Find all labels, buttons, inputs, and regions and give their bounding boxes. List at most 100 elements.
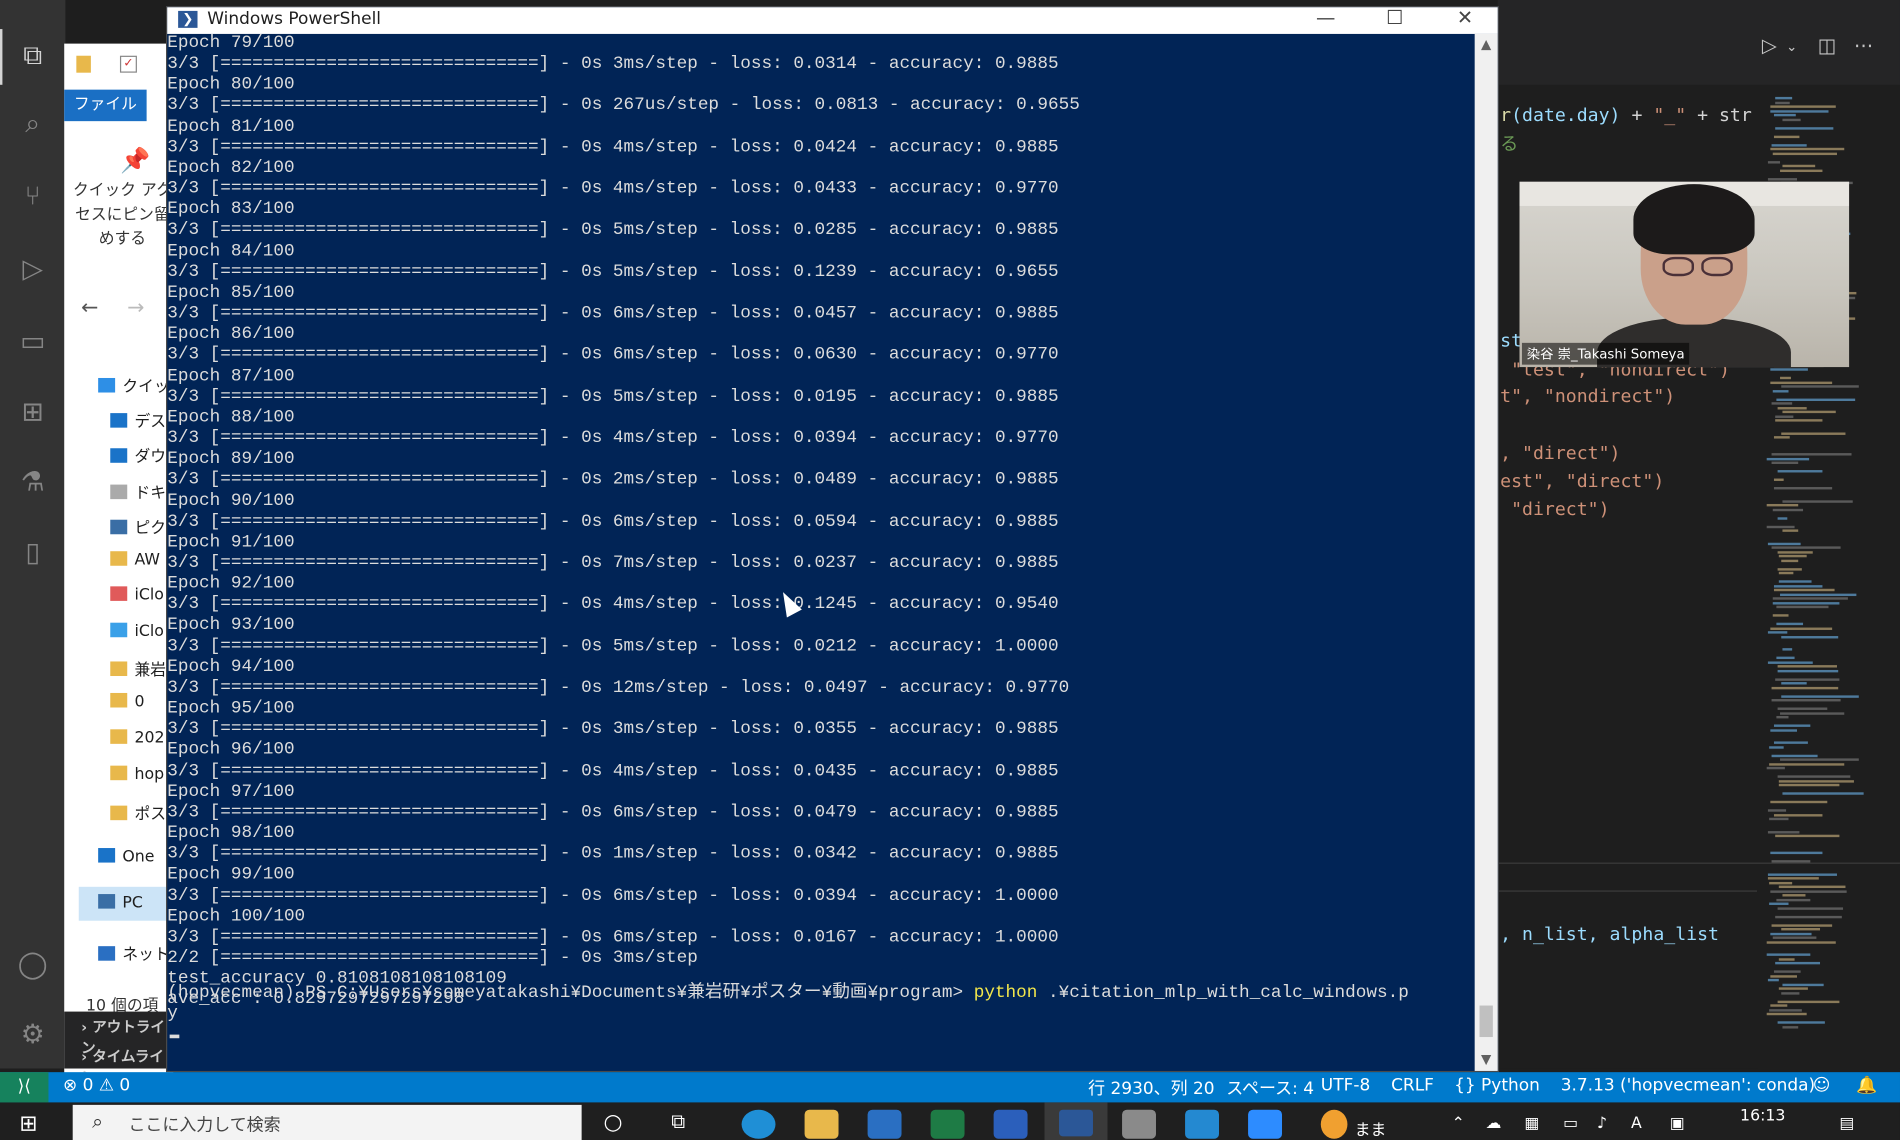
scroll-down-arrow-icon[interactable]: ▼ <box>1475 1049 1498 1071</box>
nav-item[interactable]: ダウ <box>110 443 166 466</box>
epoch-line[interactable]: Epoch 95/100 <box>167 699 294 720</box>
minimize-button[interactable]: — <box>1298 5 1354 32</box>
notebook-icon[interactable]: ▯ <box>15 535 51 571</box>
vscode-icon[interactable] <box>1185 1109 1220 1139</box>
nav-item[interactable]: ポス <box>110 801 166 824</box>
ime-icon[interactable]: A <box>1631 1115 1642 1133</box>
ribbon-file-tab[interactable]: ファイル <box>64 89 147 122</box>
nav-item[interactable]: ネット <box>98 941 170 964</box>
python-interpreter[interactable]: 3.7.13 ('hopvecmean': conda) <box>1561 1076 1815 1095</box>
split-editor-icon[interactable]: ◫ <box>1818 34 1836 57</box>
problems-indicator[interactable]: ⊗ 0 ⚠ 0 <box>63 1076 130 1095</box>
nav-item[interactable]: ドキ <box>110 480 166 503</box>
command-prompt-line[interactable]: (hopvecmean) PS C:¥Users¥someyatakashi¥D… <box>167 984 1409 1005</box>
run-debug-icon[interactable]: ▷ <box>15 252 51 288</box>
console-line[interactable]: 3/3 [==============================] - 0… <box>167 138 1058 159</box>
windows-start-icon[interactable]: ⊞ <box>19 1112 43 1136</box>
volume-icon[interactable]: ♪ <box>1597 1115 1607 1133</box>
nav-item[interactable]: AW <box>110 551 160 569</box>
code-line[interactable]: , "direct") <box>1500 442 1620 464</box>
console-line[interactable]: 3/3 [==============================] - 0… <box>167 387 1058 408</box>
source-control-icon[interactable]: ⑂ <box>15 179 51 215</box>
epoch-line[interactable]: Epoch 79/100 <box>167 34 294 55</box>
epoch-line[interactable]: Epoch 99/100 <box>167 865 294 886</box>
taskbar-search-box[interactable]: ⌕ ここに入力して検索 <box>72 1104 582 1140</box>
back-arrow-icon[interactable]: ← <box>81 296 98 320</box>
scrollbar-thumb[interactable] <box>1479 1005 1493 1038</box>
weather-icon[interactable] <box>1320 1109 1348 1139</box>
extensions-icon[interactable]: ⊞ <box>15 395 51 431</box>
code-line[interactable]: る <box>1500 131 1518 156</box>
console-line[interactable]: 3/3 [==============================] - 0… <box>167 720 1058 741</box>
console-line[interactable]: 3/3 [==============================] - 0… <box>167 928 1058 949</box>
scroll-up-arrow-icon[interactable]: ▲ <box>1475 34 1498 56</box>
epoch-line[interactable]: Epoch 100/100 <box>167 907 305 928</box>
nav-item[interactable]: 0 <box>110 692 145 711</box>
powershell-taskbar-active[interactable] <box>1044 1102 1108 1140</box>
console-line[interactable]: 3/3 [==============================] - 0… <box>167 637 1058 658</box>
nav-item[interactable]: iClo <box>110 586 164 605</box>
battery-icon[interactable]: ▭ <box>1563 1115 1578 1133</box>
epoch-line[interactable]: Epoch 89/100 <box>167 450 294 471</box>
console-line[interactable]: 3/3 [==============================] - 0… <box>167 762 1058 783</box>
code-line[interactable]: est", "direct") <box>1500 470 1664 492</box>
console-line[interactable]: 3/3 [==============================] - 0… <box>167 179 1058 200</box>
nav-item[interactable]: 202 <box>110 729 165 747</box>
maximize-button[interactable]: ☐ <box>1367 5 1423 32</box>
console-line[interactable]: 3/3 [==============================] - 0… <box>167 845 1058 866</box>
console-line[interactable]: 3/3 [==============================] - 0… <box>167 304 1058 325</box>
nav-item[interactable]: ピク <box>110 515 166 538</box>
console-line[interactable]: 3/3 [==============================] - 0… <box>167 554 1058 575</box>
nav-item[interactable]: PC <box>98 894 143 912</box>
explorer-files-icon[interactable]: ⧉ <box>0 29 51 85</box>
epoch-line[interactable]: Epoch 96/100 <box>167 741 294 762</box>
epoch-line[interactable]: Epoch 82/100 <box>167 159 294 180</box>
notifications-bell-icon[interactable]: 🔔 <box>1856 1076 1877 1095</box>
search-icon[interactable]: ⌕ <box>15 107 51 143</box>
pin-icon[interactable]: 📌 <box>120 145 150 174</box>
epoch-line[interactable]: Epoch 86/100 <box>167 325 294 346</box>
task-view-icon[interactable]: ⧉ <box>671 1110 705 1139</box>
nav-item[interactable]: hop <box>110 765 164 784</box>
nav-item[interactable]: One <box>98 848 154 866</box>
action-center-icon[interactable]: ▤ <box>1839 1115 1854 1133</box>
code-line[interactable]: , n_list, alpha_list <box>1500 923 1719 945</box>
console-line[interactable]: 3/3 [==============================] - 0… <box>167 803 1058 824</box>
remote-explorer-icon[interactable]: ▭ <box>15 325 51 361</box>
account-icon[interactable]: ◯ <box>15 947 51 983</box>
nav-item[interactable]: iClo <box>110 622 164 641</box>
network-icon[interactable]: ▦ <box>1524 1115 1539 1133</box>
keyboard-icon[interactable]: ▣ <box>1670 1115 1685 1133</box>
file-encoding[interactable]: UTF-8 <box>1321 1076 1370 1095</box>
console-line[interactable]: 3/3 [==============================] - 0… <box>167 96 1080 117</box>
console-line[interactable]: 3/3 [==============================] - 0… <box>167 263 1058 284</box>
checkbox-icon[interactable]: ✓ <box>119 55 137 73</box>
more-actions-icon[interactable]: ⋯ <box>1854 34 1873 57</box>
epoch-line[interactable]: Epoch 85/100 <box>167 283 294 304</box>
excel-icon[interactable] <box>930 1109 965 1139</box>
epoch-line[interactable]: Epoch 90/100 <box>167 491 294 512</box>
console-line[interactable]: 3/3 [==============================] - 0… <box>167 678 1069 699</box>
epoch-line[interactable]: Epoch 88/100 <box>167 408 294 429</box>
console-line[interactable]: 3/3 [==============================] - 0… <box>167 346 1058 367</box>
console-line[interactable]: 3/3 [==============================] - 0… <box>167 512 1058 533</box>
vertical-scrollbar[interactable]: ▲ ▼ <box>1474 33 1498 1071</box>
console-line[interactable]: 3/3 [==============================] - 0… <box>167 429 1058 450</box>
close-button[interactable]: ✕ <box>1437 5 1493 32</box>
edge-browser-icon[interactable] <box>741 1109 776 1139</box>
console-line[interactable]: 3/3 [==============================] - 0… <box>167 55 1058 76</box>
word-icon[interactable] <box>993 1109 1028 1139</box>
onedrive-icon[interactable]: ☁ <box>1486 1115 1502 1133</box>
remote-indicator-icon[interactable]: ⟩⟨ <box>0 1072 49 1103</box>
zoom-icon[interactable] <box>1248 1109 1283 1139</box>
feedback-icon[interactable]: ☺ <box>1813 1076 1831 1095</box>
epoch-line[interactable]: Epoch 83/100 <box>167 200 294 221</box>
settings-gear-icon[interactable]: ⚙ <box>15 1018 51 1054</box>
cortana-icon[interactable]: ○ <box>603 1110 637 1139</box>
mail-icon[interactable] <box>867 1109 902 1139</box>
console-line[interactable]: 3/3 [==============================] - 0… <box>167 470 1058 491</box>
epoch-line[interactable]: Epoch 92/100 <box>167 574 294 595</box>
clock[interactable]: 16:13 <box>1740 1107 1785 1125</box>
nav-item[interactable]: 兼岩 <box>110 657 166 680</box>
epoch-line[interactable]: Epoch 80/100 <box>167 75 294 96</box>
